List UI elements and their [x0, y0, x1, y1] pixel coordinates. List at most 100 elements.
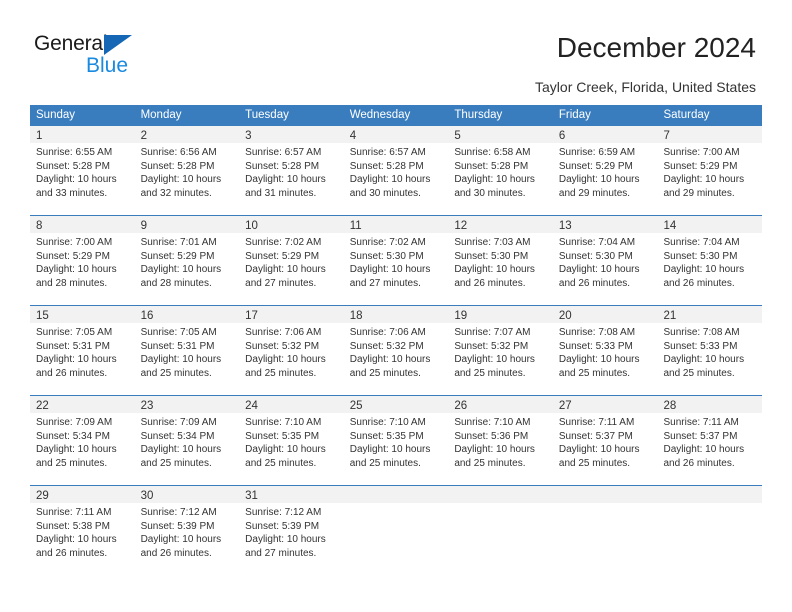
day-detail-line: Sunset: 5:32 PM: [349, 340, 424, 352]
day-detail-line: Sunrise: 7:11 AM: [558, 417, 635, 428]
day-detail-line: and 26 minutes.: [558, 277, 631, 289]
day-detail-line: Sunset: 5:29 PM: [663, 160, 738, 172]
day-cell-21[interactable]: 21 Sunrise: 7:08 AM Sunset: 5:33 PM Dayligh…: [657, 306, 763, 395]
day-number-band: 1: [30, 126, 135, 143]
day-details: Sunrise: 6:57 AM Sunset: 5:28 PM Daylight:…: [239, 143, 344, 206]
day-number: 17: [245, 310, 258, 322]
day-number-band: 11: [343, 216, 449, 233]
day-cell-3[interactable]: 3 Sunrise: 6:57 AM Sunset: 5:28 PM Daylight…: [239, 126, 344, 215]
day-number: 10: [245, 220, 258, 232]
day-details: Sunrise: 7:03 AM Sunset: 5:30 PM Daylight:…: [448, 233, 553, 296]
day-detail-line: and 25 minutes.: [245, 457, 317, 469]
calendar-page: General Blue December 2024 Taylor Creek,…: [0, 0, 792, 612]
day-detail-line: Daylight: 10 hours: [140, 354, 222, 365]
calendar-week-row: 29 Sunrise: 7:11 AM Sunset: 5:38 PM Dayligh…: [30, 485, 763, 575]
day-cell-13[interactable]: 13 Sunrise: 7:04 AM Sunset: 5:30 PM Dayligh…: [552, 216, 658, 305]
day-detail-line: Daylight: 10 hours: [663, 444, 745, 455]
day-details: Sunrise: 7:09 AM Sunset: 5:34 PM Daylight:…: [135, 413, 240, 476]
day-detail-line: Sunset: 5:28 PM: [454, 160, 529, 172]
day-detail-line: Sunset: 5:35 PM: [245, 430, 320, 442]
day-detail-line: and 31 minutes.: [245, 187, 317, 199]
day-cell-6[interactable]: 6 Sunrise: 6:59 AM Sunset: 5:29 PM Daylight…: [552, 126, 658, 215]
day-number-band: 5: [448, 126, 553, 143]
day-cell-25[interactable]: 25 Sunrise: 7:10 AM Sunset: 5:35 PM Dayligh…: [343, 396, 449, 485]
page-title: December 2024: [556, 32, 756, 63]
day-detail-line: Daylight: 10 hours: [558, 354, 640, 365]
day-detail-line: Daylight: 10 hours: [454, 264, 535, 275]
day-cell-30[interactable]: 30 Sunrise: 7:12 AM Sunset: 5:39 PM Dayligh…: [134, 486, 240, 575]
day-number: 8: [36, 220, 43, 232]
day-cell-20[interactable]: 20 Sunrise: 7:08 AM Sunset: 5:33 PM Dayligh…: [552, 306, 658, 395]
day-cell-8[interactable]: 8 Sunrise: 7:00 AM Sunset: 5:29 PM Daylight…: [30, 216, 135, 305]
day-number-band: [657, 486, 763, 503]
day-cell-26[interactable]: 26 Sunrise: 7:10 AM Sunset: 5:36 PM Dayligh…: [448, 396, 553, 485]
day-number: 31: [245, 490, 258, 502]
day-detail-line: and 28 minutes.: [140, 277, 212, 289]
day-detail-line: Sunrise: 7:09 AM: [140, 417, 217, 428]
calendar-week-row: 22 Sunrise: 7:09 AM Sunset: 5:34 PM Dayligh…: [30, 395, 763, 485]
day-cell-24[interactable]: 24 Sunrise: 7:10 AM Sunset: 5:35 PM Dayligh…: [239, 396, 344, 485]
day-cell-11[interactable]: 11 Sunrise: 7:02 AM Sunset: 5:30 PM Dayligh…: [343, 216, 449, 305]
day-number-band: 6: [552, 126, 658, 143]
day-cell-2[interactable]: 2 Sunrise: 6:56 AM Sunset: 5:28 PM Daylight…: [134, 126, 240, 215]
day-detail-line: Sunrise: 7:06 AM: [349, 327, 426, 338]
day-detail-line: Daylight: 10 hours: [663, 264, 745, 275]
day-cell-empty: [552, 486, 658, 575]
day-cell-19[interactable]: 19 Sunrise: 7:07 AM Sunset: 5:32 PM Dayligh…: [448, 306, 553, 395]
day-number: 15: [36, 310, 49, 322]
day-cell-22[interactable]: 22 Sunrise: 7:09 AM Sunset: 5:34 PM Dayligh…: [30, 396, 135, 485]
day-number-band: 12: [448, 216, 553, 233]
day-cell-12[interactable]: 12 Sunrise: 7:03 AM Sunset: 5:30 PM Dayligh…: [448, 216, 553, 305]
day-detail-line: Daylight: 10 hours: [245, 534, 326, 545]
weekday-header-tuesday: Tuesday: [245, 109, 289, 121]
day-detail-line: Sunset: 5:32 PM: [245, 340, 320, 352]
day-cell-31[interactable]: 31 Sunrise: 7:12 AM Sunset: 5:39 PM Dayligh…: [239, 486, 344, 575]
day-detail-line: and 25 minutes.: [36, 457, 108, 469]
day-cell-29[interactable]: 29 Sunrise: 7:11 AM Sunset: 5:38 PM Dayligh…: [30, 486, 135, 575]
day-cell-empty: [657, 486, 763, 575]
day-detail-line: Sunrise: 7:08 AM: [558, 327, 636, 338]
day-detail-line: Sunset: 5:29 PM: [140, 250, 215, 262]
day-detail-line: and 25 minutes.: [454, 457, 526, 469]
day-cell-18[interactable]: 18 Sunrise: 7:06 AM Sunset: 5:32 PM Dayligh…: [343, 306, 449, 395]
day-cell-5[interactable]: 5 Sunrise: 6:58 AM Sunset: 5:28 PM Daylight…: [448, 126, 553, 215]
day-number-band: 14: [657, 216, 763, 233]
weekday-header-saturday: Saturday: [663, 109, 710, 121]
day-detail-line: Daylight: 10 hours: [36, 444, 117, 455]
day-cell-17[interactable]: 17 Sunrise: 7:06 AM Sunset: 5:32 PM Dayligh…: [239, 306, 344, 395]
day-detail-line: Sunset: 5:37 PM: [558, 430, 633, 442]
day-detail-line: Daylight: 10 hours: [245, 174, 326, 185]
day-cell-15[interactable]: 15 Sunrise: 7:05 AM Sunset: 5:31 PM Dayligh…: [30, 306, 135, 395]
day-detail-line: Daylight: 10 hours: [663, 174, 745, 185]
day-cell-4[interactable]: 4 Sunrise: 6:57 AM Sunset: 5:28 PM Daylight…: [343, 126, 449, 215]
day-detail-line: Sunset: 5:30 PM: [454, 250, 529, 262]
day-cell-10[interactable]: 10 Sunrise: 7:02 AM Sunset: 5:29 PM Dayligh…: [239, 216, 344, 305]
day-detail-line: Daylight: 10 hours: [245, 354, 326, 365]
day-detail-line: and 27 minutes.: [245, 547, 317, 559]
day-cell-9[interactable]: 9 Sunrise: 7:01 AM Sunset: 5:29 PM Daylight…: [134, 216, 240, 305]
day-number: 7: [663, 130, 670, 142]
day-detail-line: Sunset: 5:35 PM: [349, 430, 424, 442]
day-cell-28[interactable]: 28 Sunrise: 7:11 AM Sunset: 5:37 PM Dayligh…: [657, 396, 763, 485]
day-number-band: [448, 486, 553, 503]
day-detail-line: and 26 minutes.: [663, 277, 735, 289]
logo-text-general: General: [34, 32, 108, 55]
day-cell-16[interactable]: 16 Sunrise: 7:05 AM Sunset: 5:31 PM Dayligh…: [134, 306, 240, 395]
day-details: Sunrise: 7:06 AM Sunset: 5:32 PM Daylight:…: [344, 323, 449, 386]
day-cell-27[interactable]: 27 Sunrise: 7:11 AM Sunset: 5:37 PM Dayligh…: [552, 396, 658, 485]
day-details: Sunrise: 7:08 AM Sunset: 5:33 PM Daylight:…: [553, 323, 658, 386]
day-detail-line: Sunset: 5:29 PM: [558, 160, 633, 172]
day-cell-7[interactable]: 7 Sunrise: 7:00 AM Sunset: 5:29 PM Daylight…: [657, 126, 763, 215]
day-number-band: 18: [343, 306, 449, 323]
day-cell-1[interactable]: 1 Sunrise: 6:55 AM Sunset: 5:28 PM Daylight…: [30, 126, 135, 215]
day-cell-14[interactable]: 14 Sunrise: 7:04 AM Sunset: 5:30 PM Dayligh…: [657, 216, 763, 305]
day-number: 23: [140, 400, 154, 412]
logo-text-blue: Blue: [86, 54, 129, 77]
weekday-header-sunday: Sunday: [36, 109, 76, 121]
day-detail-line: Daylight: 10 hours: [140, 534, 222, 545]
day-cell-23[interactable]: 23 Sunrise: 7:09 AM Sunset: 5:34 PM Dayligh…: [134, 396, 240, 485]
day-details: Sunrise: 7:10 AM Sunset: 5:35 PM Daylight:…: [239, 413, 344, 476]
day-detail-line: Sunset: 5:38 PM: [36, 520, 110, 532]
day-detail-line: Sunrise: 7:02 AM: [349, 237, 426, 248]
day-detail-line: Daylight: 10 hours: [36, 264, 117, 275]
